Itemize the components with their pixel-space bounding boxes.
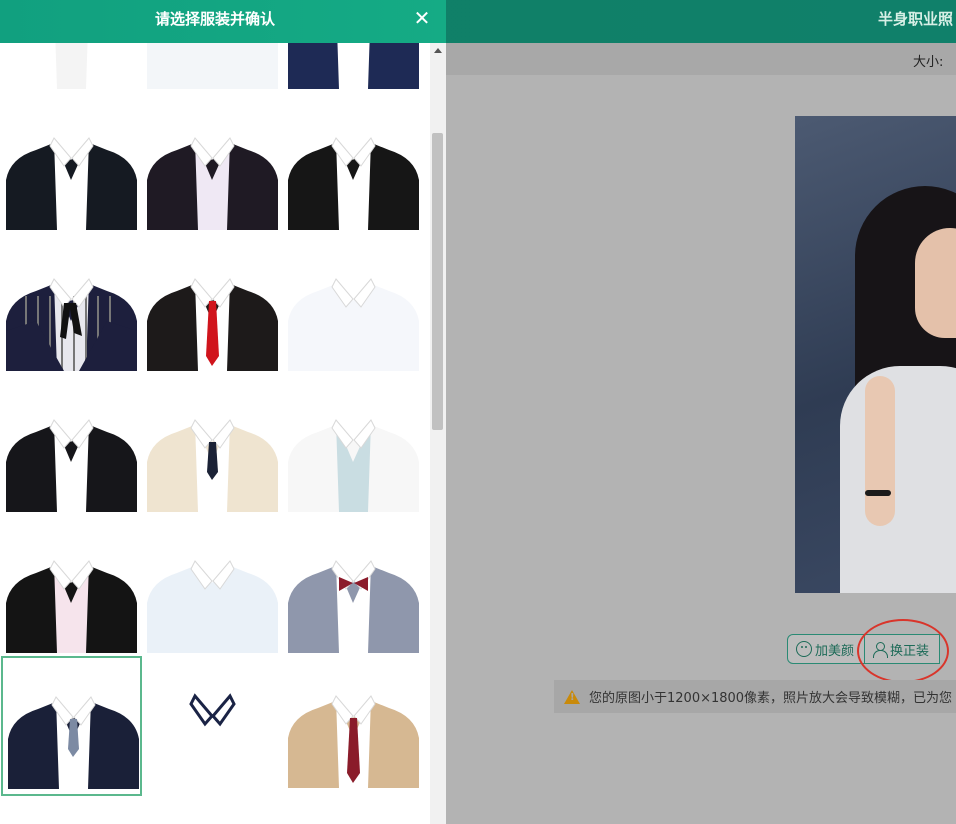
close-icon[interactable]: ✕	[410, 6, 434, 30]
panel-title: 请选择服装并确认	[154, 10, 275, 28]
suit-illustration	[288, 695, 419, 788]
suit-illustration	[6, 137, 137, 230]
suit-option-black-suit-wide-collar[interactable]	[6, 382, 137, 512]
suit-illustration	[6, 43, 137, 89]
suit-illustration	[147, 137, 278, 230]
panel-header: 请选择服装并确认 ✕	[0, 0, 446, 43]
suit-illustration	[288, 137, 419, 230]
suit-illustration	[147, 43, 278, 89]
size-label: 大小:	[913, 55, 944, 70]
suit-option-white-shirt-red-bowtie[interactable]	[6, 43, 137, 89]
suit-option-black-suit-white-shirt[interactable]	[6, 100, 137, 230]
suit-option-black-suit-pink-shirt[interactable]	[6, 523, 137, 653]
suit-option-black-suit-lilac-shirt[interactable]	[147, 100, 278, 230]
suit-option-white-blazer-blue-inner[interactable]	[288, 382, 419, 512]
suit-selection-panel: 请选择服装并确认 ✕	[0, 0, 446, 824]
scroll-up-arrow-icon[interactable]	[434, 48, 442, 53]
panel-scrollbar[interactable]	[430, 43, 446, 824]
suit-option-navy-blazer-blue-bow[interactable]	[288, 43, 419, 89]
suit-option-khaki-blazer-plaid-tie[interactable]	[288, 658, 419, 788]
suit-option-navy-vest-striped-shirt[interactable]	[6, 241, 137, 371]
smile-icon	[796, 641, 812, 657]
suit-option-navy-vneck-vest-grey-tie[interactable]	[1, 656, 142, 796]
portrait-shirt	[840, 366, 956, 593]
portrait-face	[915, 228, 956, 338]
suit-illustration	[147, 560, 278, 653]
warning-icon	[564, 689, 580, 704]
beauty-button[interactable]: 加美颜	[787, 634, 866, 664]
suit-illustration	[288, 560, 419, 653]
suit-option-light-blue-shirt[interactable]	[147, 523, 278, 653]
suit-illustration	[6, 560, 137, 653]
notice-text: 您的原图小于1200×1800像素，照片放大会导致模糊，已为您	[589, 691, 953, 706]
suit-option-white-round-collar-shirt[interactable]	[288, 241, 419, 371]
suit-option-black-suit-round-collar[interactable]	[288, 100, 419, 230]
suit-illustration	[147, 278, 278, 371]
suit-illustration	[288, 278, 419, 371]
suit-illustration	[288, 43, 419, 89]
suit-option-black-suit-red-tie[interactable]	[147, 241, 278, 371]
suit-illustration	[147, 419, 278, 512]
suit-illustration	[147, 693, 278, 788]
beauty-button-label: 加美颜	[815, 643, 855, 659]
portrait-preview	[795, 116, 956, 593]
highlight-circle	[857, 619, 949, 683]
resolution-notice: 您的原图小于1200×1800像素，照片放大会导致模糊，已为您	[554, 680, 956, 713]
suit-option-white-shirt-navy-collar[interactable]	[147, 658, 278, 788]
suit-option-grey-blazer-red-bow[interactable]	[288, 523, 419, 653]
suit-option-beige-vest-dark-tie[interactable]	[147, 382, 278, 512]
suit-illustration	[8, 696, 139, 789]
suit-illustration	[288, 419, 419, 512]
suit-illustration	[6, 278, 137, 371]
portrait-arm	[865, 376, 895, 526]
suit-illustration	[6, 419, 137, 512]
suit-shirt	[55, 43, 88, 89]
scroll-thumb[interactable]	[432, 133, 443, 430]
suit-grid	[0, 43, 430, 824]
suit-shirt	[337, 43, 370, 89]
suit-option-white-shirt-plain[interactable]	[147, 43, 278, 89]
suit-shirt	[196, 43, 229, 89]
portrait-bracelet	[865, 490, 891, 496]
